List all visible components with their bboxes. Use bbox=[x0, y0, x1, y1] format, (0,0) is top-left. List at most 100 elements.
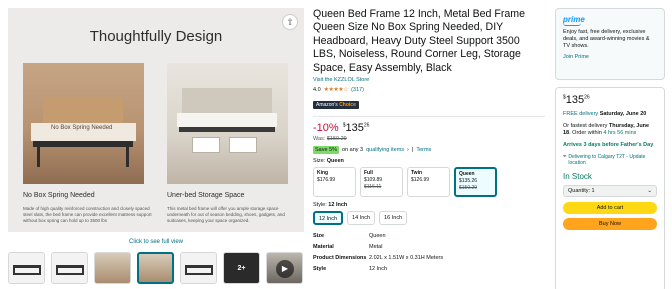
style-option-16-inch[interactable]: 16 Inch bbox=[379, 211, 408, 226]
size-name: Full bbox=[364, 170, 373, 177]
size-option-twin[interactable]: Twin $126.99 bbox=[407, 167, 450, 198]
spec-key: Style bbox=[313, 266, 327, 273]
delivery-location-text[interactable]: Delivering to Calgary T2T - Update locat… bbox=[568, 154, 657, 166]
delivery-location[interactable]: ⌖ Delivering to Calgary T2T - Update loca… bbox=[563, 154, 657, 166]
prime-description: Enjoy fast, free delivery, exclusive dea… bbox=[563, 29, 650, 49]
join-prime-link[interactable]: Join Prime bbox=[563, 54, 657, 60]
location-pin-icon: ⌖ bbox=[563, 154, 567, 160]
size-name: Queen bbox=[459, 171, 475, 178]
thumbnail[interactable] bbox=[51, 252, 88, 284]
fathers-day-notice: Arrives 3 days before Father's Day bbox=[563, 142, 654, 148]
style-label-text: Style: bbox=[313, 202, 327, 209]
save-badge: Save 5% bbox=[313, 146, 340, 155]
separator: | bbox=[411, 147, 414, 154]
quantity-select[interactable]: Quantity: 1 ⌄ bbox=[563, 185, 657, 197]
bed-legs bbox=[37, 147, 129, 167]
spec-value: 12 Inch bbox=[369, 266, 388, 273]
price-row: -10% $13526 bbox=[313, 122, 545, 134]
rating-count[interactable]: (317) bbox=[351, 87, 364, 93]
full-view-link[interactable]: Click to see full view bbox=[8, 239, 304, 245]
free-delivery-info: FREE delivery Saturday, June 20 bbox=[563, 111, 657, 118]
order-within-text: . Order within bbox=[569, 130, 602, 136]
spec-value: 2.02L x 1.51W x 0.31H Meters bbox=[369, 255, 444, 262]
play-icon: ▶ bbox=[276, 260, 294, 278]
current-price: $13526 bbox=[343, 122, 370, 134]
size-price: $135.26 bbox=[459, 178, 478, 185]
product-title: Queen Bed Frame 12 Inch, Metal Bed Frame… bbox=[313, 8, 525, 74]
spec-row: Style 12 Inch bbox=[313, 266, 545, 272]
badge-text: Amazon's bbox=[316, 102, 338, 109]
style-options: 12 Inch 14 Inch 16 Inch bbox=[313, 211, 545, 226]
spec-row: Material Metal bbox=[313, 244, 545, 250]
terms-link[interactable]: Terms bbox=[416, 147, 431, 153]
fastest-delivery-info: Or fastest delivery Thursday, June 18. O… bbox=[563, 123, 657, 137]
was-price-value: $150.29 bbox=[326, 136, 347, 143]
feature-caption: Uner-bed Storage Space bbox=[167, 192, 245, 199]
fastest-delivery-label: Or fastest delivery bbox=[563, 123, 608, 129]
chevron-right-icon: › bbox=[407, 147, 409, 154]
size-option-queen[interactable]: Queen $135.26 $150.29 bbox=[454, 167, 497, 198]
add-to-cart-button[interactable]: Add to cart bbox=[563, 202, 657, 214]
bed-thumbnail-icon bbox=[185, 265, 213, 275]
price-fraction: 26 bbox=[363, 122, 370, 129]
bed-frame bbox=[179, 127, 275, 132]
was-price: Was: $150.29 bbox=[313, 136, 545, 142]
size-name: Twin bbox=[411, 170, 423, 177]
size-old-price: $150.29 bbox=[459, 185, 478, 192]
size-price: $126.99 bbox=[411, 177, 430, 184]
buy-now-button[interactable]: Buy Now bbox=[563, 218, 657, 230]
size-label: Size: Queen bbox=[313, 158, 545, 164]
price-fraction: 26 bbox=[584, 94, 590, 101]
spec-value: Queen bbox=[369, 233, 386, 240]
thumbnail[interactable] bbox=[94, 252, 131, 284]
price-whole: 135 bbox=[565, 94, 585, 106]
more-images-thumbnail[interactable]: 2+ bbox=[223, 252, 260, 284]
spec-row: Product Dimensions 2.02L x 1.51W x 0.31H … bbox=[313, 255, 545, 261]
rating-row[interactable]: 4.0 ★★★★☆ (317) bbox=[313, 86, 545, 94]
star-rating-icon[interactable]: ★★★★☆ bbox=[324, 86, 349, 93]
style-selected-value: 12 Inch bbox=[328, 202, 348, 209]
coupon-row: Save 5% on any 3 qualifying items › | Te… bbox=[313, 146, 545, 155]
main-product-image[interactable]: ⇧ Thoughtfully Design No Box Spring Need… bbox=[8, 8, 304, 232]
size-options: King $176.99 Full $109.89 $116.11 Twin $… bbox=[313, 167, 545, 198]
free-delivery-date: Saturday, June 20 bbox=[599, 111, 647, 117]
spec-row: Size Queen bbox=[313, 233, 545, 239]
storage-box bbox=[229, 137, 257, 153]
feature-caption: No Box Spring Needed bbox=[23, 192, 95, 199]
chevron-down-icon: ⌄ bbox=[647, 188, 652, 194]
quantity-value: Quantity: 1 bbox=[568, 188, 595, 194]
order-countdown: 4 hrs 56 mins bbox=[603, 130, 637, 136]
feature-description: Made of high quality reinforced construc… bbox=[23, 206, 152, 223]
size-name: King bbox=[317, 170, 329, 177]
spec-key: Material bbox=[313, 244, 334, 251]
style-option-12-inch[interactable]: 12 Inch bbox=[313, 211, 344, 226]
save-text: on any 3 bbox=[342, 147, 364, 154]
product-details: Queen Bed Frame 12 Inch, Metal Bed Frame… bbox=[313, 8, 545, 277]
thumbnail-strip: 2+ ▶ bbox=[8, 252, 303, 284]
bed-thumbnail-icon bbox=[56, 265, 84, 275]
storage-box bbox=[192, 137, 220, 153]
size-option-full[interactable]: Full $109.89 $116.11 bbox=[360, 167, 403, 198]
size-old-price: $116.11 bbox=[364, 184, 382, 191]
size-selected-value: Queen bbox=[326, 158, 344, 165]
thumbnail[interactable] bbox=[180, 252, 217, 284]
size-option-king[interactable]: King $176.99 bbox=[313, 167, 356, 198]
image-heading: Thoughtfully Design bbox=[89, 28, 223, 45]
divider bbox=[313, 116, 545, 118]
style-option-14-inch[interactable]: 14 Inch bbox=[347, 211, 376, 226]
thumbnail-selected[interactable] bbox=[137, 252, 174, 284]
buy-box: $13526 FREE delivery Saturday, June 20 O… bbox=[555, 87, 665, 289]
free-delivery-link[interactable]: FREE delivery bbox=[563, 111, 598, 117]
video-thumbnail[interactable]: ▶ bbox=[266, 252, 303, 284]
discount-percent: -10% bbox=[313, 122, 339, 135]
qualifying-items-link[interactable]: qualifying items bbox=[366, 147, 404, 153]
prime-logo: prime bbox=[563, 15, 657, 26]
spec-table: Size Queen Material Metal Product Dimensio… bbox=[313, 233, 545, 272]
prime-promo: prime Enjoy fast, free delivery, exclusi… bbox=[555, 8, 665, 80]
thumbnail[interactable] bbox=[8, 252, 45, 284]
stock-status: In Stock bbox=[563, 172, 592, 181]
mattress bbox=[177, 113, 277, 127]
store-link[interactable]: Visit the KZZLOL Store bbox=[313, 77, 545, 83]
rating-value: 4.0 bbox=[313, 86, 321, 93]
spec-value: Metal bbox=[369, 244, 383, 251]
